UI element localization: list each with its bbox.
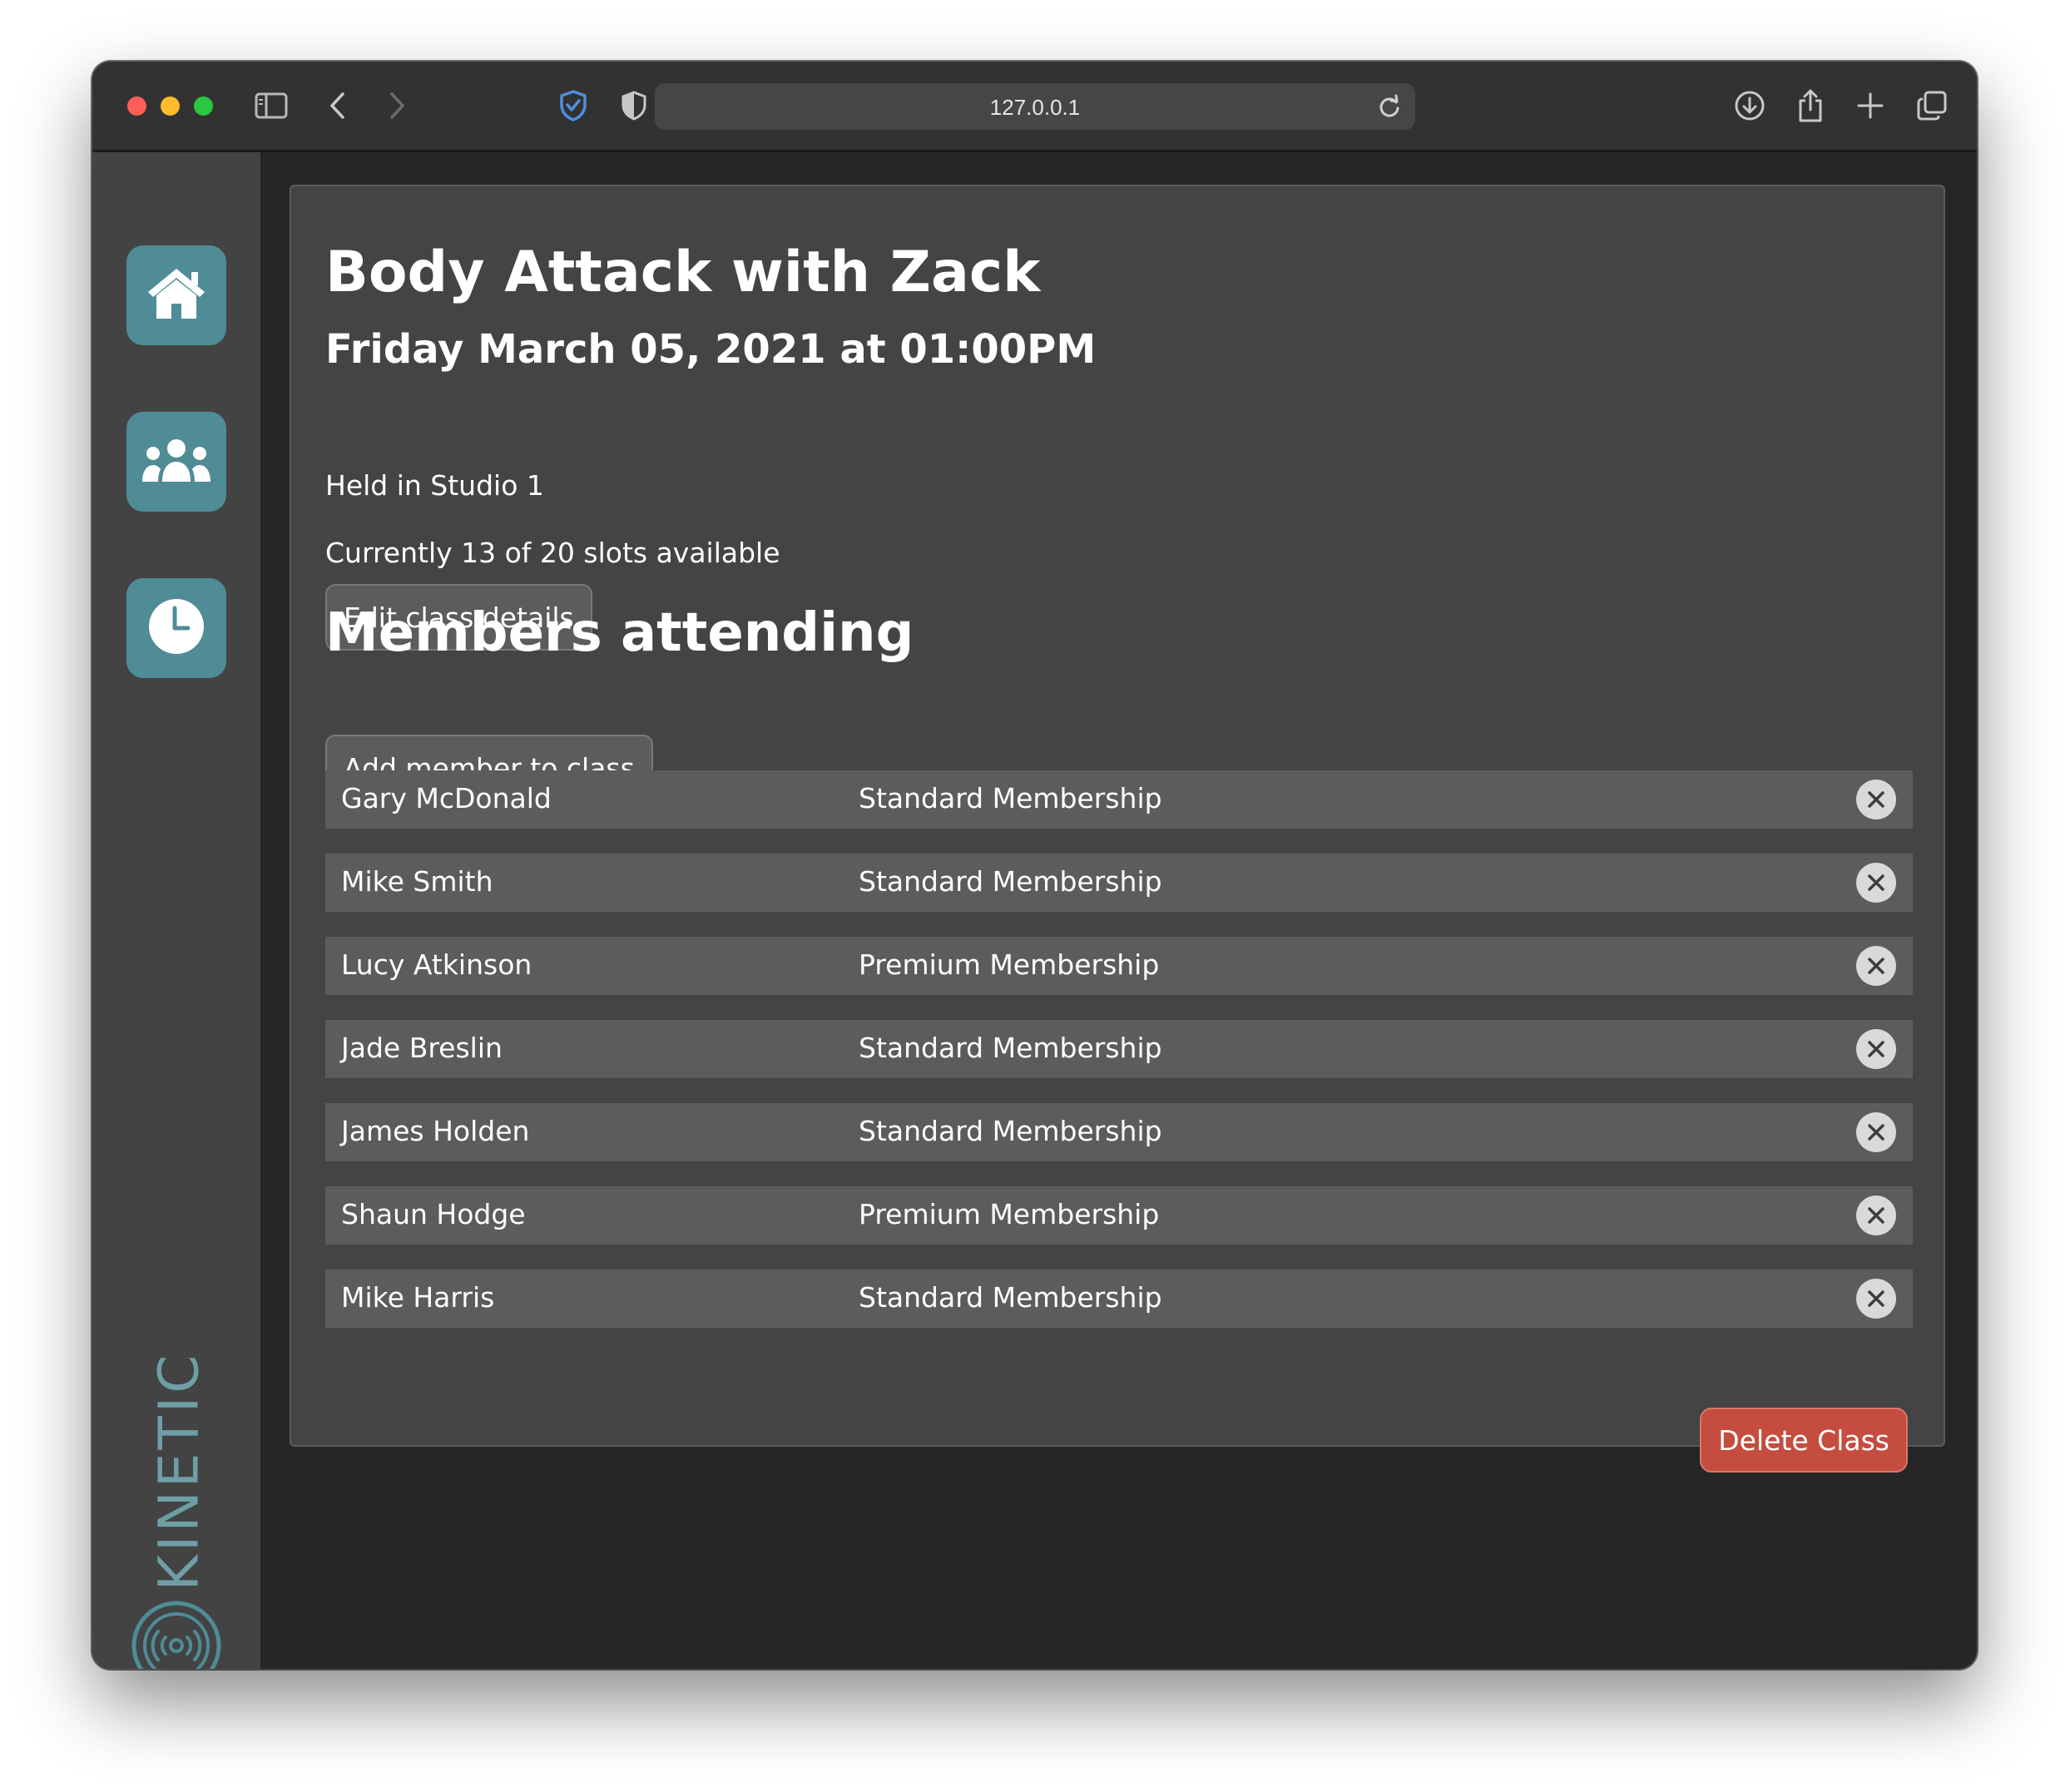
share-icon[interactable] [1791,87,1830,125]
forward-icon[interactable] [378,87,416,125]
member-name: Jade Breslin [341,1032,503,1064]
remove-member-icon[interactable] [1855,1278,1897,1319]
new-tab-icon[interactable] [1851,87,1889,125]
member-row: James Holden Standard Membership [325,1103,1913,1161]
member-row: Jade Breslin Standard Membership [325,1020,1913,1078]
url-text: 127.0.0.1 [989,95,1081,120]
member-membership: Premium Membership [859,948,1160,981]
close-window-button[interactable] [127,97,146,116]
member-name: James Holden [341,1115,530,1147]
downloads-icon[interactable] [1731,87,1769,125]
privacy-shield-icon[interactable] [554,87,592,125]
member-name: Shaun Hodge [341,1198,526,1230]
member-name: Mike Harris [341,1281,495,1314]
member-membership: Standard Membership [859,865,1162,898]
home-icon [145,265,208,326]
zoom-window-button[interactable] [194,97,213,116]
member-row: Lucy Atkinson Premium Membership [325,937,1913,995]
member-membership: Premium Membership [859,1198,1160,1230]
members-list: Gary McDonald Standard Membership Mike Smi… [325,770,1913,1353]
member-row: Mike Harris Standard Membership [325,1270,1913,1328]
member-row: Mike Smith Standard Membership [325,854,1913,912]
nav-home-button[interactable] [126,245,226,345]
brand-name: KINETIC [146,1351,211,1591]
member-membership: Standard Membership [859,782,1162,814]
nav-schedule-button[interactable] [126,578,226,678]
member-membership: Standard Membership [859,1281,1162,1314]
browser-window: 127.0.0.1 KINETIC Body Attack with Zack … [92,62,1977,1669]
nav-members-button[interactable] [126,412,226,512]
clock-icon [146,597,206,661]
remove-member-icon[interactable] [1855,1195,1897,1236]
class-details-card: Body Attack with Zack Friday March 05, 2… [290,185,1945,1473]
members-section-title: Members attending [325,602,914,664]
member-name: Lucy Atkinson [341,948,532,981]
app-sidebar: KINETIC [92,152,260,1669]
browser-toolbar: 127.0.0.1 [92,62,1977,152]
address-bar[interactable]: 127.0.0.1 [655,83,1415,130]
member-membership: Standard Membership [859,1032,1162,1064]
remove-member-icon[interactable] [1855,1111,1897,1153]
class-location: Held in Studio 1 [325,469,544,502]
members-icon [141,437,212,488]
class-datetime: Friday March 05, 2021 at 01:00PM [325,326,1097,373]
remove-member-icon[interactable] [1855,779,1897,820]
sidebar-toggle-icon[interactable] [252,87,290,125]
content-blocker-icon[interactable] [615,87,653,125]
reload-icon[interactable] [1375,92,1404,121]
tab-overview-icon[interactable] [1913,87,1951,125]
class-availability: Currently 13 of 20 slots available [325,537,780,569]
member-name: Gary McDonald [341,782,552,814]
minimize-window-button[interactable] [161,97,180,116]
remove-member-icon[interactable] [1855,862,1897,903]
member-name: Mike Smith [341,865,493,898]
member-row: Shaun Hodge Premium Membership [325,1186,1913,1245]
delete-class-button[interactable]: Delete Class [1700,1408,1908,1473]
remove-member-icon[interactable] [1855,1028,1897,1070]
back-icon[interactable] [319,87,357,125]
brand-logo-icon [131,1600,222,1669]
member-membership: Standard Membership [859,1115,1162,1147]
member-row: Gary McDonald Standard Membership [325,770,1913,829]
remove-member-icon[interactable] [1855,945,1897,987]
class-title: Body Attack with Zack [325,240,1041,305]
